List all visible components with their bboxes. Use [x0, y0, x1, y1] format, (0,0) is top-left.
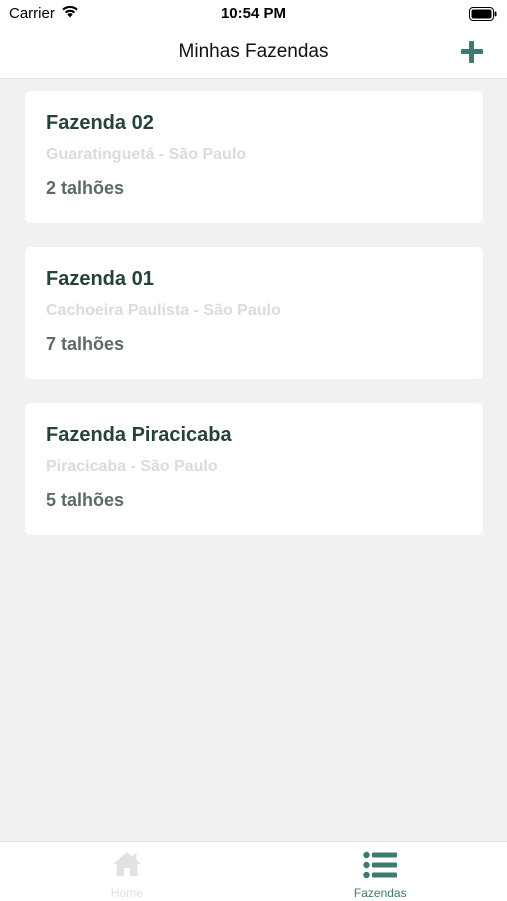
farm-list: Fazenda 02 Guaratinguetá - São Paulo 2 t… — [25, 91, 483, 559]
farm-location: Piracicaba - São Paulo — [46, 458, 483, 476]
tab-fazendas[interactable]: Fazendas — [254, 842, 507, 901]
tab-bar: Home Fazendas — [0, 841, 507, 901]
add-farm-button[interactable] — [461, 41, 483, 63]
farm-name: Fazenda 02 — [46, 112, 483, 135]
farm-plot-count: 2 talhões — [46, 178, 483, 199]
tab-home-label: Home — [0, 886, 254, 900]
farm-plot-count: 5 talhões — [46, 490, 483, 511]
farm-name: Fazenda 01 — [46, 268, 483, 291]
page-title: Minhas Fazendas — [0, 41, 507, 63]
clock: 10:54 PM — [0, 5, 507, 22]
tab-fazendas-label: Fazendas — [254, 886, 507, 900]
battery-icon — [469, 7, 497, 26]
farm-name: Fazenda Piracicaba — [46, 424, 483, 447]
list-icon — [363, 851, 397, 884]
farm-location: Guaratinguetá - São Paulo — [46, 146, 483, 164]
farm-card[interactable]: Fazenda 02 Guaratinguetá - São Paulo 2 t… — [25, 91, 483, 223]
farm-plot-count: 7 talhões — [46, 334, 483, 355]
navigation-bar: Minhas Fazendas — [0, 30, 507, 79]
status-bar: Carrier 10:54 PM — [0, 0, 507, 30]
tab-home[interactable]: Home — [0, 842, 254, 901]
farm-card[interactable]: Fazenda 01 Cachoeira Paulista - São Paul… — [25, 247, 483, 379]
farm-card[interactable]: Fazenda Piracicaba Piracicaba - São Paul… — [25, 403, 483, 535]
home-icon — [112, 851, 142, 882]
farm-location: Cachoeira Paulista - São Paulo — [46, 302, 483, 320]
